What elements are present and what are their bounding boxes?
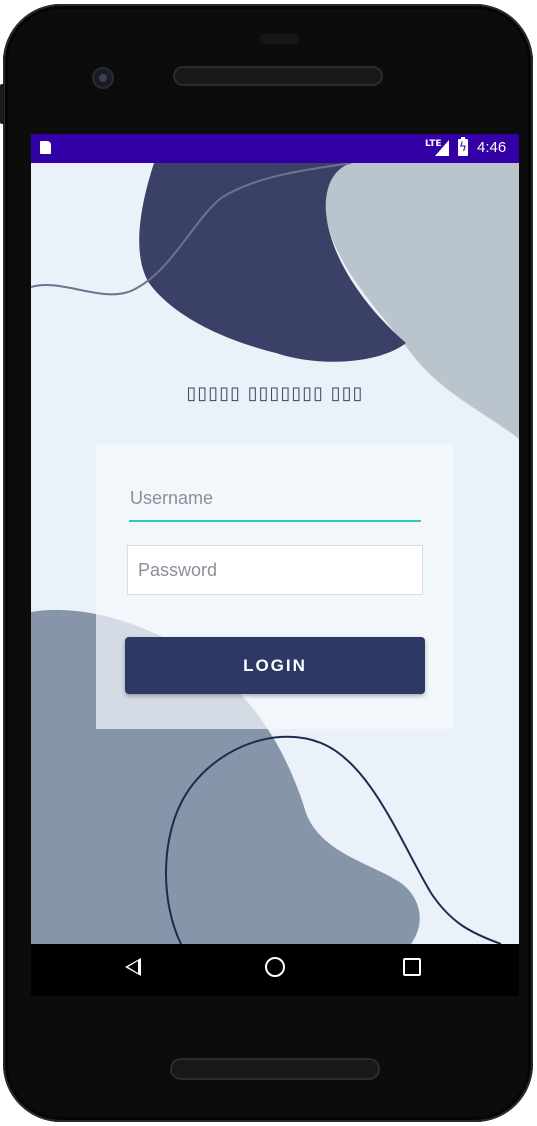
device-screen: LTE 4:46 ▯▯▯▯▯ ▯▯▯▯▯▯▯ ▯▯▯ LOGIN	[31, 134, 519, 996]
home-icon[interactable]	[265, 957, 285, 977]
signal-icon	[435, 140, 449, 156]
bottom-speaker	[170, 1058, 380, 1080]
earpiece-speaker	[173, 66, 383, 86]
username-input[interactable]	[129, 482, 421, 522]
front-camera	[92, 67, 114, 89]
navigation-bar	[31, 944, 519, 996]
back-icon[interactable]	[125, 958, 141, 976]
top-slot	[259, 34, 299, 44]
status-bar: LTE 4:46	[31, 134, 519, 163]
status-time: 4:46	[477, 139, 507, 156]
login-button[interactable]: LOGIN	[125, 637, 425, 694]
sd-card-icon	[40, 141, 51, 154]
battery-charging-icon	[458, 137, 468, 156]
app-title: ▯▯▯▯▯ ▯▯▯▯▯▯▯ ▯▯▯	[186, 383, 364, 404]
recent-apps-icon[interactable]	[403, 958, 421, 976]
login-card: LOGIN	[96, 444, 453, 729]
password-input[interactable]	[127, 545, 423, 595]
login-screen: ▯▯▯▯▯ ▯▯▯▯▯▯▯ ▯▯▯ LOGIN	[31, 163, 519, 944]
power-button	[0, 84, 4, 124]
